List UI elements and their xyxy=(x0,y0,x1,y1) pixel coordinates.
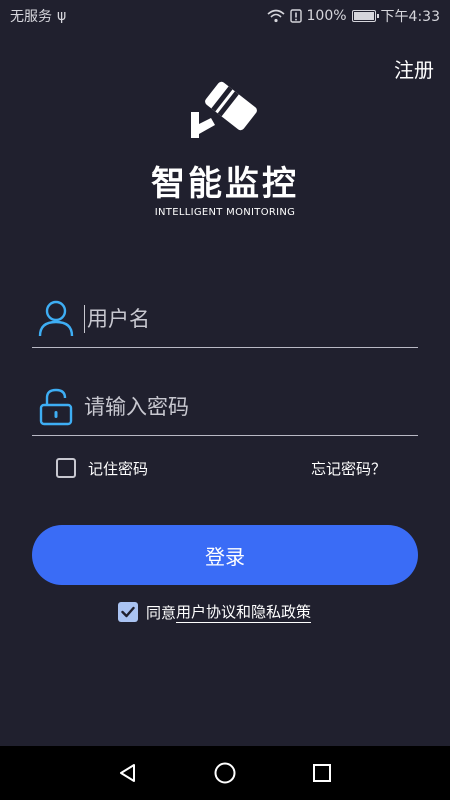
password-input[interactable] xyxy=(84,394,418,419)
password-field xyxy=(32,378,418,436)
remember-label: 记住密码 xyxy=(88,459,149,478)
login-button[interactable]: 登录 xyxy=(32,525,418,585)
status-right: 100% 下午4:33 xyxy=(266,6,440,26)
home-circle-icon[interactable] xyxy=(205,753,245,793)
username-field xyxy=(32,290,418,348)
agreement-prefix: 同意 xyxy=(146,603,177,622)
logo-title: 智能监控 xyxy=(151,164,299,204)
status-bar: 无服务 ψ 100% 下午4:33 xyxy=(0,0,450,32)
battery-icon xyxy=(351,10,379,22)
status-time: 下午4:33 xyxy=(380,9,440,25)
usb-icon: ψ xyxy=(57,8,67,24)
back-triangle-icon[interactable] xyxy=(108,753,148,793)
lock-icon xyxy=(36,387,76,427)
navigation-bar xyxy=(0,746,450,800)
username-input[interactable] xyxy=(87,306,418,331)
remember-password-toggle[interactable]: 记住密码 xyxy=(56,458,148,479)
agreement-row: 同意 用户协议和隐私政策 xyxy=(118,600,312,624)
check-icon xyxy=(121,606,135,618)
agreement-link[interactable]: 用户协议和隐私政策 xyxy=(176,601,312,623)
logo-subtitle: INTELLIGENT MONITORING xyxy=(154,207,296,218)
remember-checkbox[interactable] xyxy=(56,458,76,478)
options-row: 记住密码 忘记密码？ xyxy=(56,455,386,481)
forgot-password-link[interactable]: 忘记密码？ xyxy=(311,458,386,479)
security-camera-icon xyxy=(191,81,257,138)
battery-fill xyxy=(353,12,374,20)
recents-square-icon[interactable] xyxy=(302,753,342,793)
battery-percent: 100% xyxy=(306,8,347,24)
alert-icon xyxy=(289,9,302,23)
user-icon xyxy=(36,299,76,339)
wifi-icon xyxy=(266,9,285,23)
status-left: 无服务 ψ xyxy=(10,6,66,26)
app-logo: 智能监控 INTELLIGENT MONITORING xyxy=(0,72,450,218)
text-caret xyxy=(84,304,85,333)
carrier-label: 无服务 xyxy=(10,9,52,25)
login-screen: 无服务 ψ 100% 下午4:33 注册 智能监控 INTELLIGENT MO… xyxy=(0,0,450,800)
agreement-checkbox[interactable] xyxy=(118,602,138,622)
